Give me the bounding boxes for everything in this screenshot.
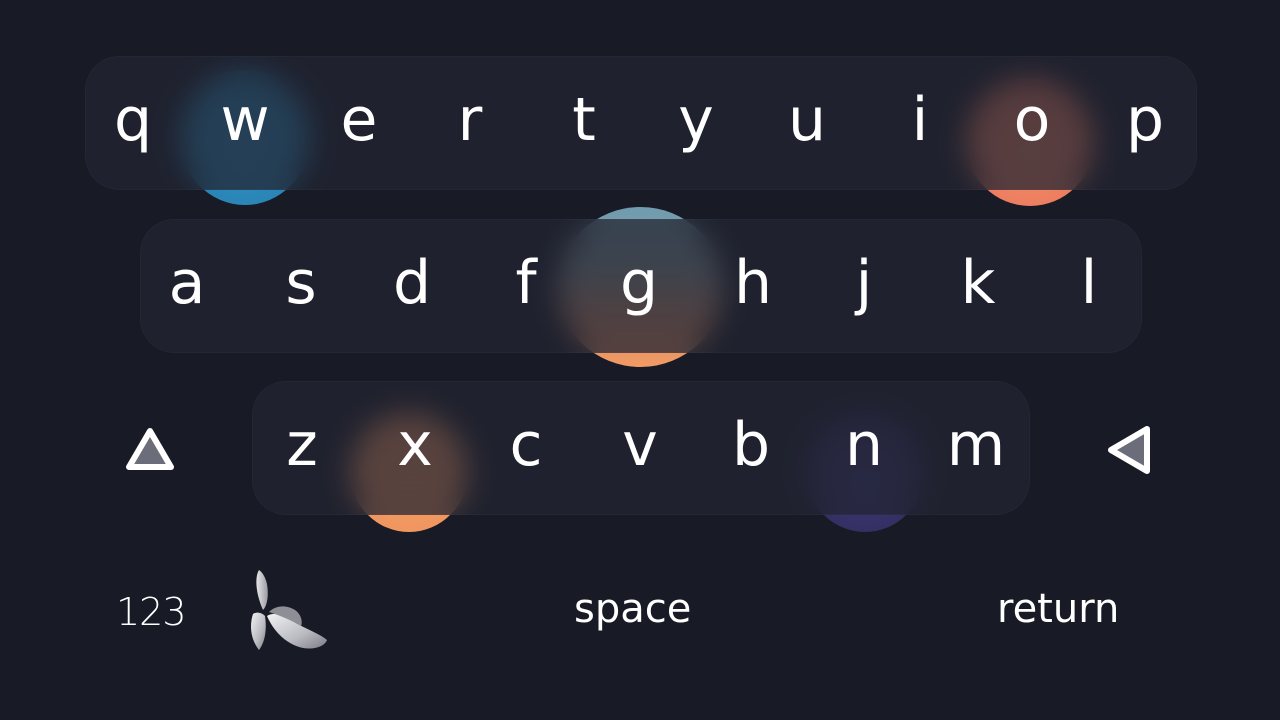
key-k[interactable]: k [933, 219, 1023, 353]
key-t[interactable]: t [539, 56, 629, 190]
key-v[interactable]: v [595, 381, 685, 515]
key-r[interactable]: r [425, 56, 515, 190]
return-key-label: return [997, 586, 1120, 632]
key-w[interactable]: w [200, 56, 290, 190]
key-b[interactable]: b [706, 381, 796, 515]
key-z[interactable]: z [257, 381, 347, 515]
key-row-2: a s d f g h j k l [0, 219, 1280, 353]
key-s[interactable]: s [256, 219, 346, 353]
key-f[interactable]: f [481, 219, 571, 353]
backspace-icon [1108, 426, 1150, 474]
space-key[interactable]: space [574, 586, 691, 632]
emoji-key[interactable] [245, 566, 331, 654]
key-n[interactable]: n [819, 381, 909, 515]
shift-key[interactable] [115, 415, 185, 485]
key-row-1: q w e r t y u i o p [0, 56, 1280, 190]
key-x[interactable]: x [370, 381, 460, 515]
numbers-key-label: 123 [116, 590, 187, 634]
key-y[interactable]: y [651, 56, 741, 190]
key-q[interactable]: q [88, 56, 178, 190]
key-h[interactable]: h [708, 219, 798, 353]
key-e[interactable]: e [314, 56, 404, 190]
key-c[interactable]: c [481, 381, 571, 515]
shift-icon [126, 428, 174, 470]
key-o[interactable]: o [987, 56, 1077, 190]
banana-icon [251, 570, 327, 650]
key-i[interactable]: i [875, 56, 965, 190]
key-d[interactable]: d [367, 219, 457, 353]
key-row-3: z x c v b n m [0, 381, 1280, 515]
numbers-key[interactable]: 123 [116, 590, 187, 634]
key-a[interactable]: a [142, 219, 232, 353]
key-m[interactable]: m [931, 381, 1021, 515]
key-p[interactable]: p [1100, 56, 1190, 190]
key-u[interactable]: u [762, 56, 852, 190]
return-key[interactable]: return [997, 586, 1119, 632]
space-key-label: space [574, 586, 692, 632]
key-j[interactable]: j [819, 219, 909, 353]
key-l[interactable]: l [1044, 219, 1134, 353]
key-g[interactable]: g [594, 219, 684, 353]
backspace-key[interactable] [1095, 415, 1165, 485]
